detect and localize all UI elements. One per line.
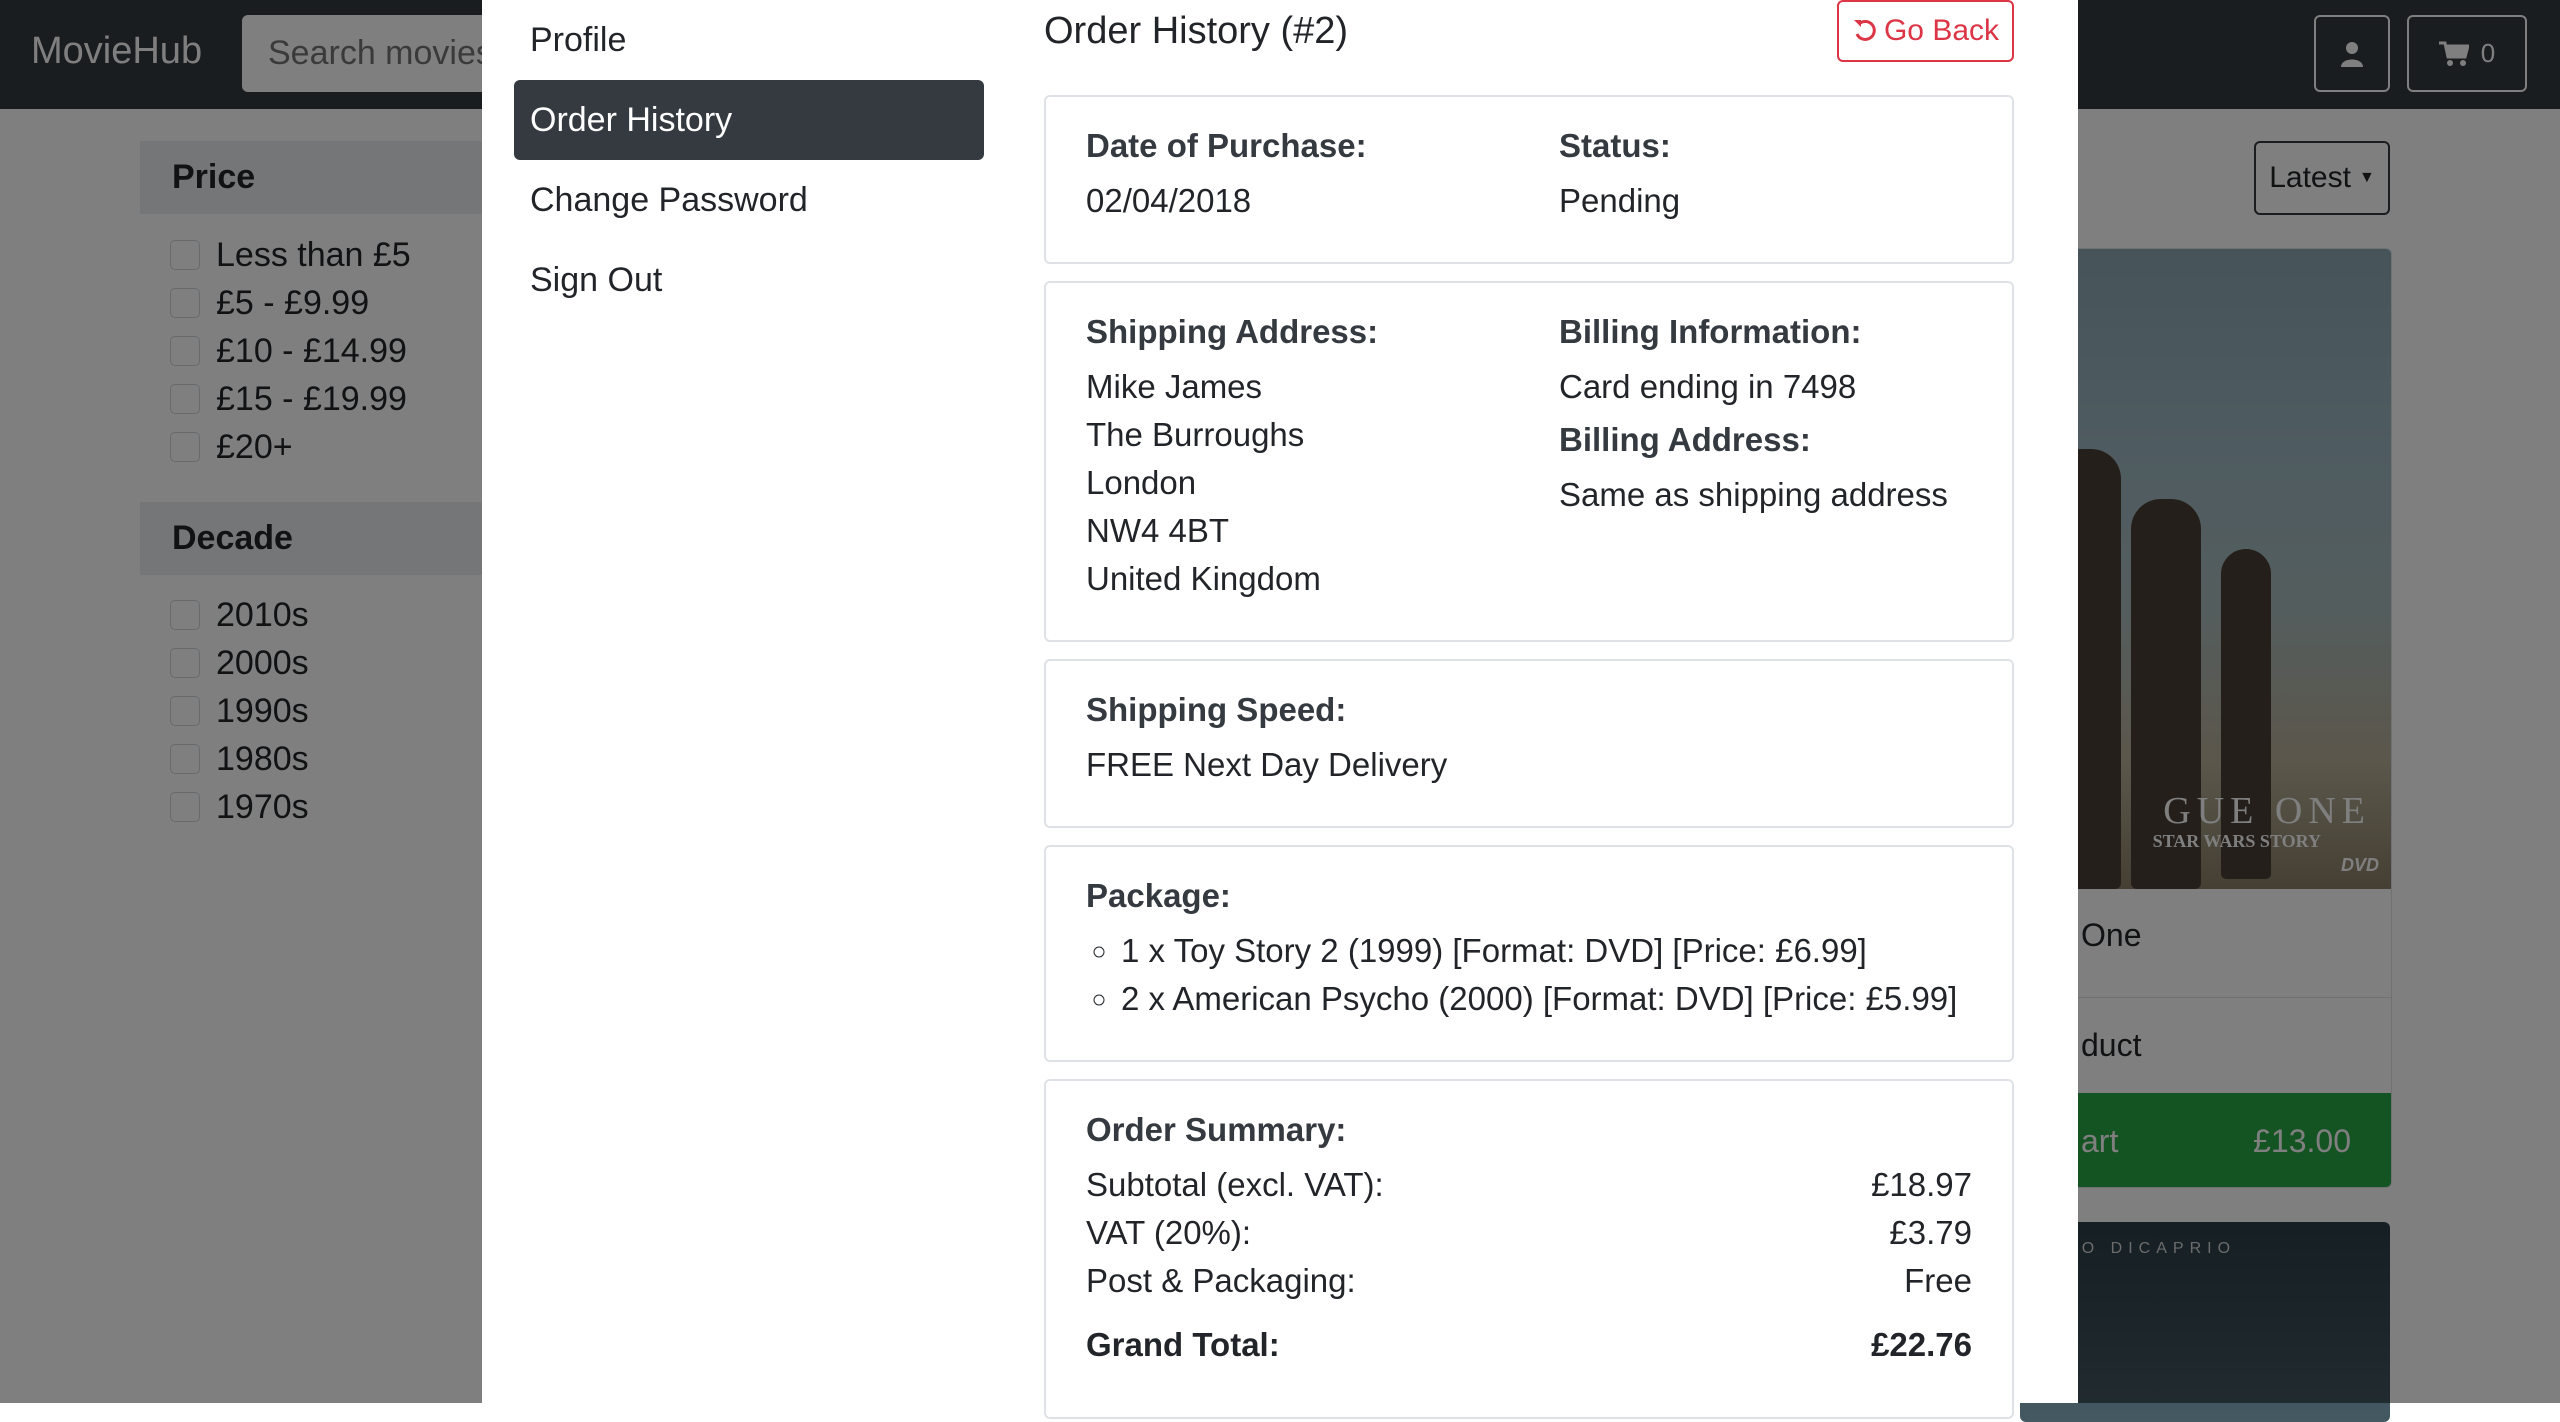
- shipping-speed-label: Shipping Speed:: [1086, 691, 1347, 728]
- billing-info-label: Billing Information:: [1559, 313, 1862, 350]
- address-line: NW4 4BT: [1086, 512, 1230, 549]
- shipping-speed-value: FREE Next Day Delivery: [1086, 746, 1448, 783]
- status-label: Status:: [1559, 127, 1671, 164]
- date-label: Date of Purchase:: [1086, 127, 1367, 164]
- package-box: Package: 1 x Toy Story 2 (1999) [Format:…: [1044, 845, 2014, 1062]
- purchase-info-box: Date of Purchase: 02/04/2018 Status: Pen…: [1044, 95, 2014, 264]
- order-summary-label: Order Summary:: [1086, 1111, 1347, 1148]
- billing-address-label: Billing Address:: [1559, 421, 1811, 458]
- nav-profile[interactable]: Profile: [514, 0, 984, 80]
- package-list: 1 x Toy Story 2 (1999) [Format: DVD] [Pr…: [1086, 927, 1957, 1023]
- account-side-nav: Profile Order History Change Password Si…: [514, 0, 984, 320]
- address-line: Mike James: [1086, 368, 1263, 405]
- nav-change-password[interactable]: Change Password: [514, 160, 984, 240]
- status-value: Pending: [1559, 182, 1681, 219]
- billing-address: Same as shipping address: [1559, 476, 1948, 513]
- list-item: 2 x American Psycho (2000) [Format: DVD]…: [1121, 975, 1957, 1023]
- card-info: Card ending in 7498: [1559, 368, 1857, 405]
- page-title: Order History (#2): [1044, 10, 1349, 52]
- shipping-speed-box: Shipping Speed: FREE Next Day Delivery: [1044, 659, 2014, 828]
- list-item: 1 x Toy Story 2 (1999) [Format: DVD] [Pr…: [1121, 927, 1957, 975]
- undo-icon: [1853, 19, 1876, 41]
- purchase-date: 02/04/2018: [1086, 182, 1252, 219]
- order-summary-box: Order Summary: Subtotal (excl. VAT): £18…: [1044, 1079, 2014, 1419]
- address-line: The Burroughs: [1086, 416, 1305, 453]
- go-back-button[interactable]: Go Back: [1837, 0, 2014, 62]
- address-line: London: [1086, 464, 1197, 501]
- summary-row: Subtotal (excl. VAT): £18.97: [1086, 1166, 1972, 1203]
- grand-total-row: Grand Total: £22.76: [1086, 1326, 1972, 1363]
- address-line: United Kingdom: [1086, 560, 1321, 597]
- shipping-info-box: Shipping Address: Mike James The Burroug…: [1044, 281, 2014, 642]
- nav-sign-out[interactable]: Sign Out: [514, 240, 984, 320]
- nav-order-history[interactable]: Order History: [514, 80, 984, 160]
- summary-row: VAT (20%): £3.79: [1086, 1214, 1972, 1251]
- summary-row: Post & Packaging: Free: [1086, 1262, 1972, 1299]
- shipping-address-label: Shipping Address:: [1086, 313, 1379, 350]
- account-modal: Profile Order History Change Password Si…: [482, 0, 2078, 1419]
- package-label: Package:: [1086, 877, 1231, 914]
